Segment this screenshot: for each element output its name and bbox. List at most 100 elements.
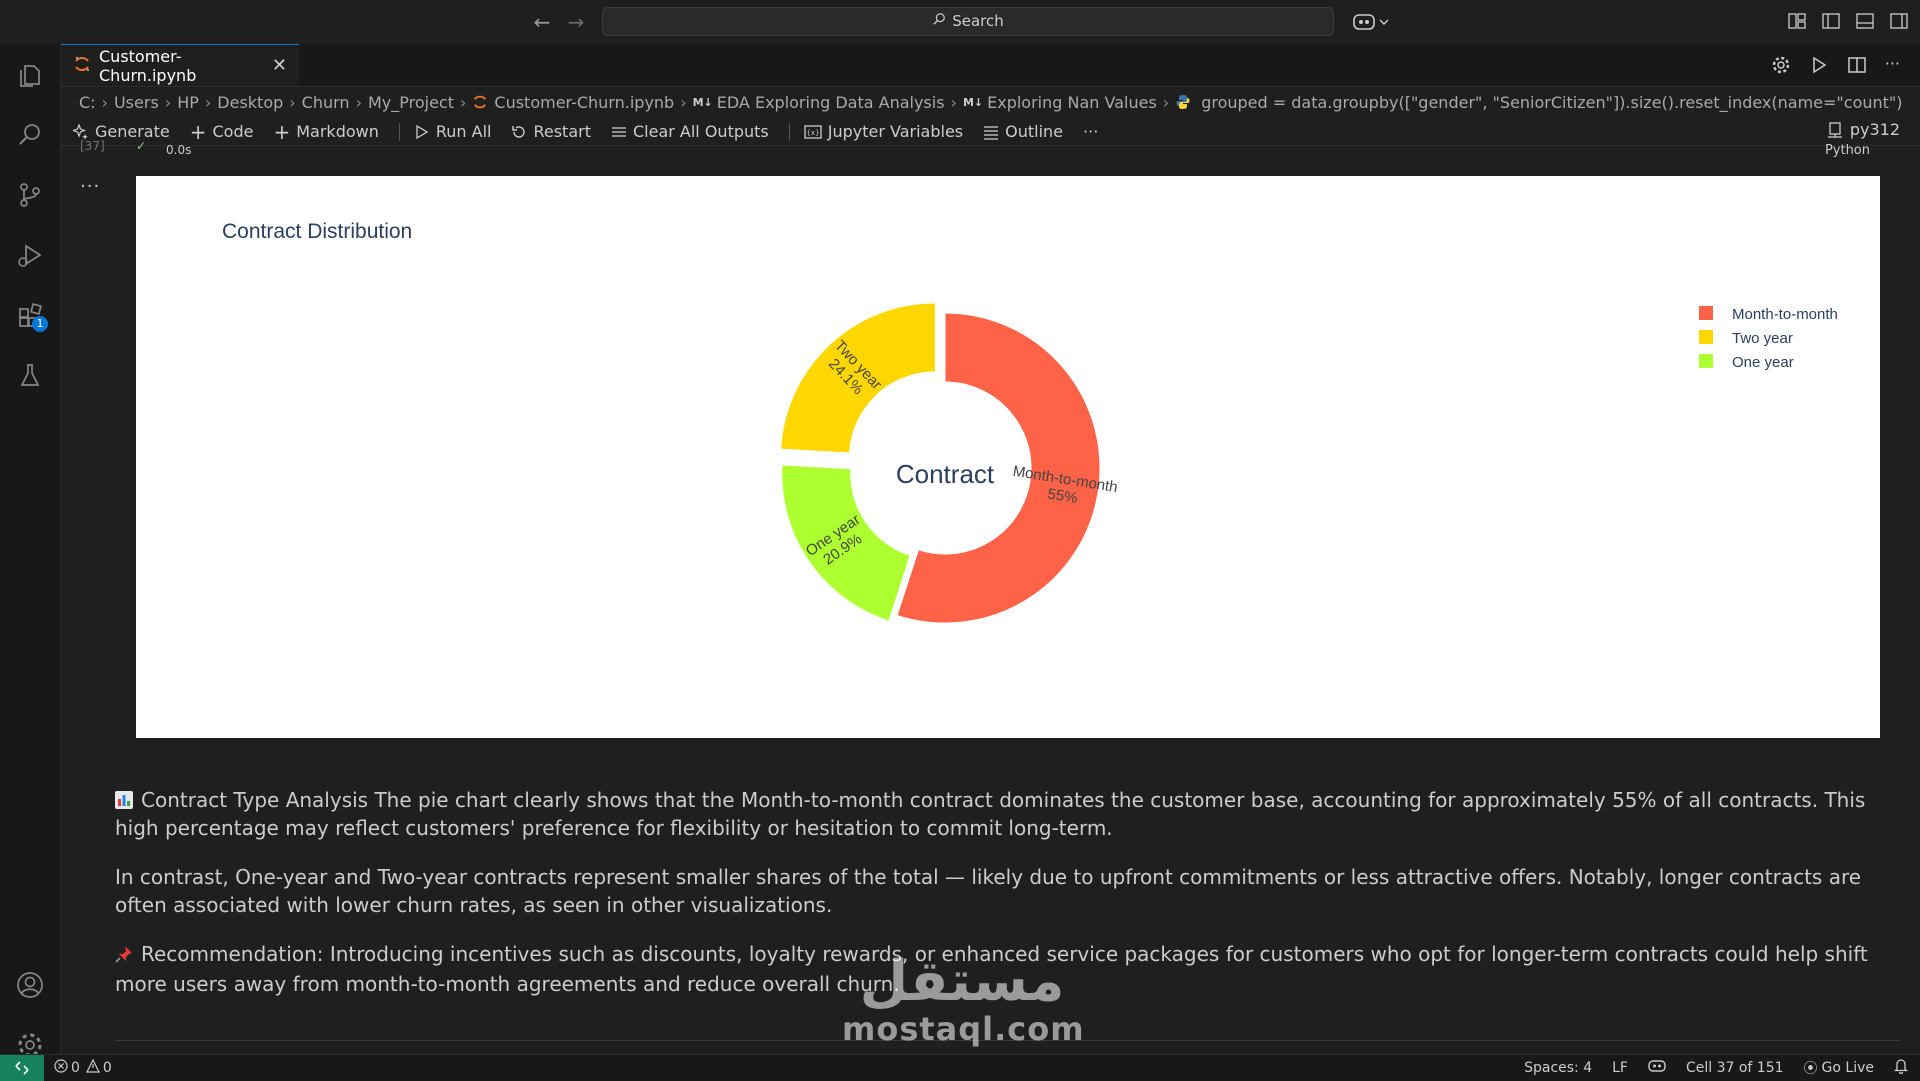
toggle-sidebar-icon[interactable] (1820, 10, 1842, 32)
cell-language[interactable]: Python (1825, 143, 1870, 158)
toolbar-divider (788, 122, 790, 141)
legend-item-two-year[interactable]: Two year (1699, 330, 1793, 347)
status-bar: 0 0 Spaces: 4 LF Cell 37 of 151 ⦿ Go Live (0, 1054, 1920, 1081)
more-label: ··· (1083, 122, 1099, 141)
legend-label: One year (1732, 354, 1794, 371)
accounts-icon[interactable] (0, 958, 60, 1012)
center-label: Contract (896, 459, 995, 489)
status-right: Spaces: 4 LF Cell 37 of 151 ⦿ Go Live (1524, 1055, 1909, 1081)
source-control-icon[interactable] (0, 168, 60, 222)
jupyter-variables-label: Jupyter Variables (827, 122, 964, 141)
go-live-label: Go Live (1821, 1060, 1874, 1076)
breadcrumb-item[interactable]: C: (79, 93, 96, 112)
markdown-icon: M↓ (692, 95, 713, 109)
search-label: Search (952, 12, 1004, 30)
cell-position[interactable]: Cell 37 of 151 (1686, 1060, 1784, 1076)
server-icon (1827, 121, 1842, 138)
outline-label: Outline (1005, 122, 1064, 141)
notebook-toolbar: Generate + Code + Markdown Run All Restart… (61, 118, 1920, 146)
output-menu-icon[interactable]: ··· (80, 176, 100, 197)
indentation-status[interactable]: Spaces: 4 (1524, 1060, 1592, 1076)
copilot-icon[interactable] (1352, 10, 1392, 34)
breadcrumb-item[interactable]: Churn (302, 93, 350, 112)
warning-count: 0 (102, 1060, 112, 1076)
execution-duration: 0.0s (166, 143, 192, 157)
bar-chart-icon (115, 788, 133, 809)
gear-icon[interactable] (1771, 55, 1791, 79)
problems-indicator[interactable]: 0 0 (54, 1058, 112, 1077)
breadcrumb-item[interactable]: Desktop (217, 93, 283, 112)
markdown-paragraph: Contract Type Analysis The pie chart cle… (115, 786, 1900, 842)
bell-icon[interactable] (1893, 1058, 1909, 1078)
toggle-secondary-sidebar-icon[interactable] (1888, 10, 1910, 32)
customize-layout-icon[interactable] (1786, 10, 1808, 32)
add-markdown-button[interactable]: + Markdown (273, 122, 379, 142)
remote-indicator-icon[interactable] (0, 1055, 44, 1081)
error-count: 0 (71, 1060, 80, 1076)
title-bar: ← → Search (0, 0, 1920, 45)
tab-label: Customer-Churn.ipynb (99, 46, 197, 85)
breadcrumb-item[interactable]: HP (177, 93, 199, 112)
outline-button[interactable]: Outline (983, 122, 1063, 141)
back-arrow-icon[interactable]: ← (528, 8, 556, 36)
list-icon (983, 124, 999, 140)
forward-arrow-icon[interactable]: → (562, 8, 590, 36)
donut-chart: Contract Distribution Month-to-month55%O… (222, 220, 1838, 624)
run-debug-icon[interactable] (0, 228, 60, 282)
breadcrumb-item[interactable]: EDA Exploring Data Analysis (717, 93, 945, 112)
legend-swatch (1699, 306, 1713, 320)
python-icon (1175, 94, 1191, 110)
clear-outputs-button[interactable]: Clear All Outputs (611, 122, 769, 141)
legend-swatch (1699, 330, 1713, 344)
run-all-button[interactable]: Run All (414, 122, 492, 141)
chart-legend: Month-to-month Two year One year (1699, 306, 1838, 371)
go-live-button[interactable]: ⦿ Go Live (1804, 1058, 1874, 1078)
explorer-icon[interactable] (0, 48, 60, 102)
command-center-search[interactable]: Search (602, 7, 1334, 36)
plus-icon: + (189, 119, 207, 144)
legend-swatch (1699, 354, 1713, 368)
copilot-status-icon[interactable] (1648, 1059, 1666, 1077)
more-actions-icon[interactable]: ··· (1885, 55, 1900, 79)
split-editor-icon[interactable] (1847, 55, 1867, 79)
kernel-picker[interactable]: py312 (1827, 120, 1900, 139)
clear-outputs-label: Clear All Outputs (632, 122, 769, 141)
run-all-label: Run All (435, 122, 492, 141)
cell-output: Contract Distribution Month-to-month55% O… (136, 176, 1880, 738)
run-icon[interactable] (1809, 55, 1829, 79)
chart-title: Contract Distribution (222, 220, 412, 243)
tab-customer-churn[interactable]: Customer-Churn.ipynb ✕ (61, 44, 299, 86)
breadcrumb-code-symbol[interactable]: grouped = data.groupby(["gender", "Senio… (1201, 93, 1902, 112)
breadcrumb-item[interactable]: Exploring Nan Values (987, 93, 1157, 112)
jupyter-variables-button[interactable]: {x} Jupyter Variables (804, 122, 963, 141)
markdown-icon: M↓ (962, 95, 984, 109)
breadcrumb-item[interactable]: My_Project (368, 93, 454, 112)
more-toolbar-button[interactable]: ··· (1083, 122, 1098, 141)
extensions-badge: 1 (32, 316, 48, 332)
markdown-label: Markdown (296, 122, 379, 141)
toggle-panel-icon[interactable] (1854, 10, 1876, 32)
testing-icon[interactable] (0, 348, 60, 402)
editor-tab-bar: Customer-Churn.ipynb ✕ ··· (61, 44, 1920, 87)
breadcrumb-item[interactable]: Customer-Churn.ipynb (494, 93, 674, 112)
add-code-button[interactable]: + Code (189, 119, 254, 144)
jupyter-icon (73, 55, 91, 77)
execution-count: [37] (80, 139, 105, 153)
code-label: Code (212, 122, 254, 141)
jupyter-icon (472, 94, 488, 110)
breadcrumb-item[interactable]: Users (114, 93, 159, 112)
breadcrumb: C: › Users › HP › Desktop › Churn › My_Projec… (79, 92, 1903, 112)
extensions-icon[interactable]: 1 (0, 288, 60, 342)
variables-icon: {x} (804, 124, 822, 140)
search-icon[interactable] (0, 108, 60, 162)
editor-actions: ··· (1771, 55, 1900, 79)
kernel-label: py312 (1849, 120, 1900, 139)
markdown-paragraph: In contrast, One-year and Two-year contr… (115, 865, 1862, 917)
legend-item-month-to-month[interactable]: Month-to-month (1699, 306, 1838, 323)
restart-button[interactable]: Restart (511, 122, 591, 141)
legend-item-one-year[interactable]: One year (1699, 354, 1794, 371)
legend-label: Two year (1732, 330, 1793, 347)
eol-status[interactable]: LF (1612, 1060, 1628, 1076)
cell-status-row: [37] ✓ 0.0s Python (80, 139, 1900, 159)
close-icon[interactable]: ✕ (272, 55, 287, 76)
